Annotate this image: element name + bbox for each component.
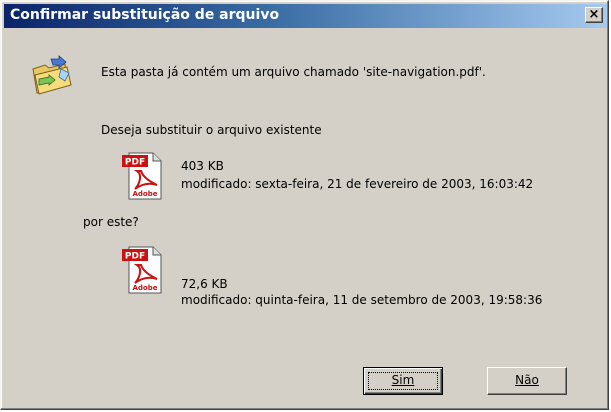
yes-button-label: Sim: [391, 373, 415, 387]
close-button[interactable]: ×: [585, 7, 603, 23]
no-button-label: Não: [515, 373, 539, 387]
pdf-badge-text: PDF: [125, 252, 145, 262]
new-file-pdf-icon: PDF Adobe: [122, 246, 162, 294]
folder-replace-icon: [32, 55, 72, 95]
pdf-brand-text: Adobe: [133, 284, 158, 292]
replace-question: Deseja substituir o arquivo existente: [101, 123, 322, 137]
existing-file-modified: modificado: sexta-feira, 21 de fevereiro…: [181, 177, 534, 191]
pdf-badge-text: PDF: [125, 158, 145, 168]
by-this-label: por este?: [83, 215, 139, 229]
no-button[interactable]: Não: [487, 367, 567, 395]
close-icon: ×: [588, 7, 600, 22]
existing-file-pdf-icon: PDF Adobe: [122, 152, 162, 200]
existing-file-size: 403 KB: [181, 159, 224, 173]
new-file-modified: modificado: quinta-feira, 11 de setembro…: [181, 293, 543, 307]
window-title: Confirmar substituição de arquivo: [10, 7, 280, 23]
pdf-brand-text: Adobe: [133, 190, 158, 198]
new-file-size: 72,6 KB: [181, 277, 228, 291]
yes-button[interactable]: Sim: [363, 367, 443, 395]
title-bar[interactable]: Confirmar substituição de arquivo ×: [4, 4, 607, 28]
replace-file-dialog: Confirmar substituição de arquivo × Esta…: [0, 0, 609, 410]
file-exists-message: Esta pasta já contém um arquivo chamado …: [101, 65, 486, 79]
